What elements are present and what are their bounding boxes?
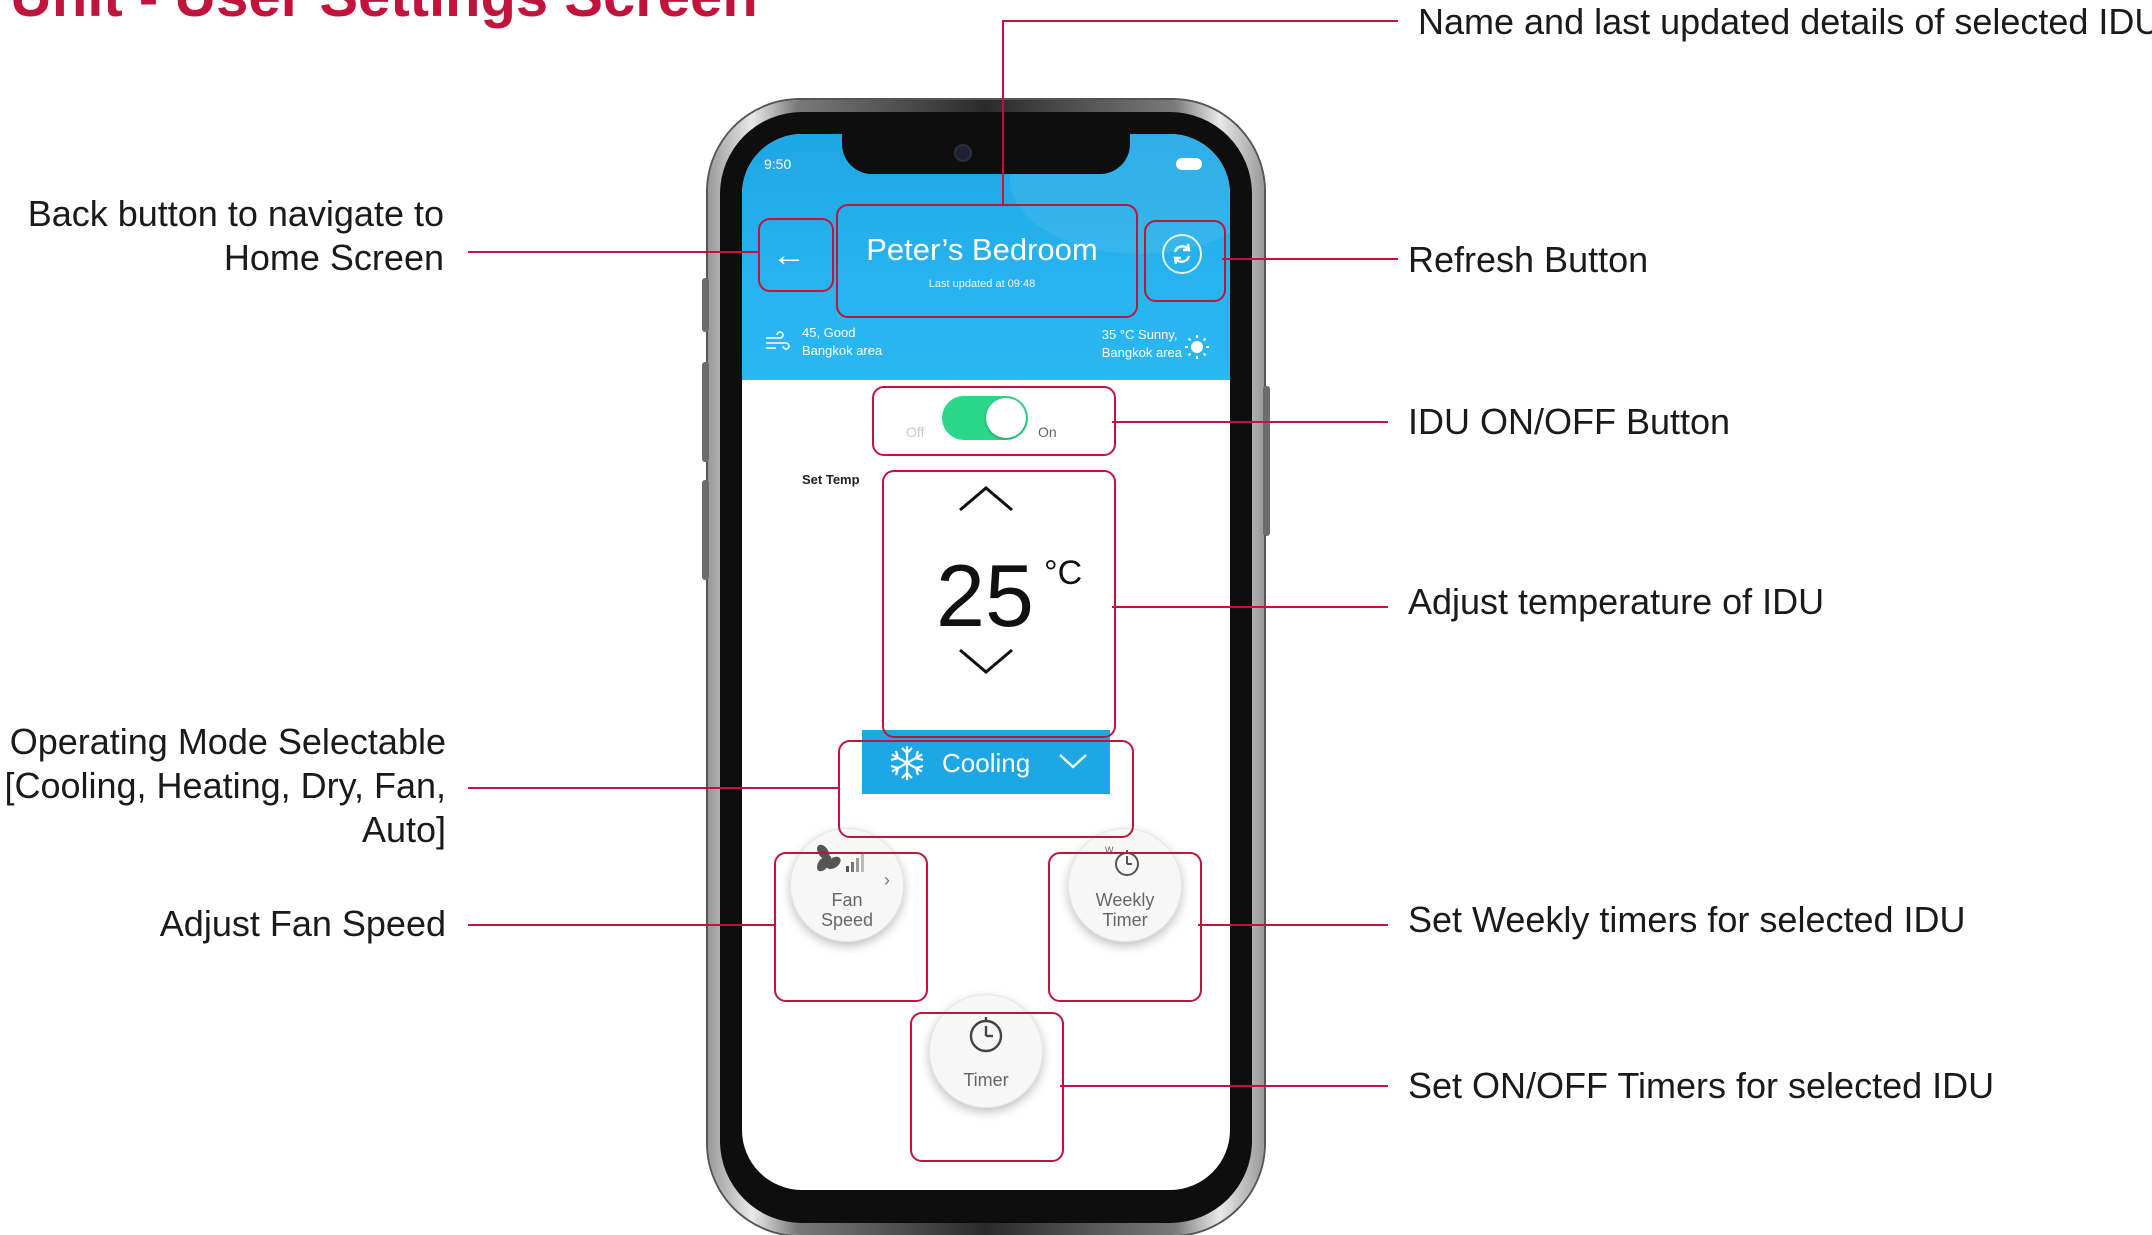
highlight-room-name xyxy=(836,204,1138,318)
air-quality-value: 45, Good xyxy=(802,325,856,340)
leader-timer xyxy=(1060,1085,1388,1087)
status-time: 9:50 xyxy=(764,156,792,172)
leader-temperature xyxy=(1112,606,1388,608)
highlight-power-toggle xyxy=(872,386,1116,456)
leader-back xyxy=(468,251,758,253)
callout-back-line1: Back button to navigate to xyxy=(27,193,444,234)
highlight-back-button xyxy=(758,218,834,292)
weather-location: Bangkok area xyxy=(1101,345,1182,360)
callout-fan-speed: Adjust Fan Speed xyxy=(159,903,446,944)
leader-name-details-v xyxy=(1002,20,1004,206)
phone-power-button xyxy=(1263,386,1270,536)
leader-mode xyxy=(468,787,838,789)
leader-name-details-h xyxy=(1002,20,1398,22)
leader-refresh xyxy=(1222,258,1398,260)
phone-silent-switch xyxy=(702,278,709,332)
callout-mode: Operating Mode Selectable [Cooling, Heat… xyxy=(0,720,446,852)
weather-text: 35 °C Sunny, Bangkok area xyxy=(1102,326,1182,362)
highlight-refresh-button xyxy=(1144,220,1226,302)
phone-volume-up xyxy=(702,362,709,462)
callout-temperature: Adjust temperature of IDU xyxy=(1408,581,1825,622)
callout-mode-line3: Auto] xyxy=(361,809,446,850)
callout-onoff: IDU ON/OFF Button xyxy=(1408,401,1731,442)
leader-fan-speed xyxy=(468,924,774,926)
highlight-fan-speed xyxy=(774,852,928,1002)
callout-mode-line1: Operating Mode Selectable xyxy=(9,721,446,762)
callout-mode-line2: [Cooling, Heating, Dry, Fan, xyxy=(4,765,446,806)
highlight-temperature xyxy=(882,470,1116,738)
callout-name-details: Name and last updated details of selecte… xyxy=(1418,1,2152,42)
air-quality-location: Bangkok area xyxy=(802,343,883,358)
highlight-mode-selector xyxy=(838,740,1134,838)
sun-icon xyxy=(1185,335,1209,359)
leader-weekly xyxy=(1198,924,1388,926)
phone-volume-down xyxy=(702,480,709,580)
front-camera xyxy=(956,146,970,160)
set-temp-label: Set Temp xyxy=(802,472,860,487)
callout-weekly: Set Weekly timers for selected IDU xyxy=(1408,899,1966,940)
highlight-timer xyxy=(910,1012,1064,1162)
slide-title: Unit - User Settings Screen xyxy=(10,0,758,26)
leader-onoff xyxy=(1112,421,1388,423)
highlight-weekly-timer xyxy=(1048,852,1202,1002)
air-quality-text: 45, Good Bangkok area xyxy=(802,324,882,360)
callout-back-line2: Home Screen xyxy=(223,237,444,278)
wind-icon xyxy=(766,331,790,350)
weather-value: 35 °C Sunny, xyxy=(1101,327,1178,342)
callout-refresh: Refresh Button xyxy=(1408,239,1649,280)
callout-timers: Set ON/OFF Timers for selected IDU xyxy=(1408,1065,1995,1106)
battery-icon xyxy=(1176,158,1202,170)
phone-notch xyxy=(842,134,1130,174)
callout-back: Back button to navigate to Home Screen xyxy=(0,192,444,280)
